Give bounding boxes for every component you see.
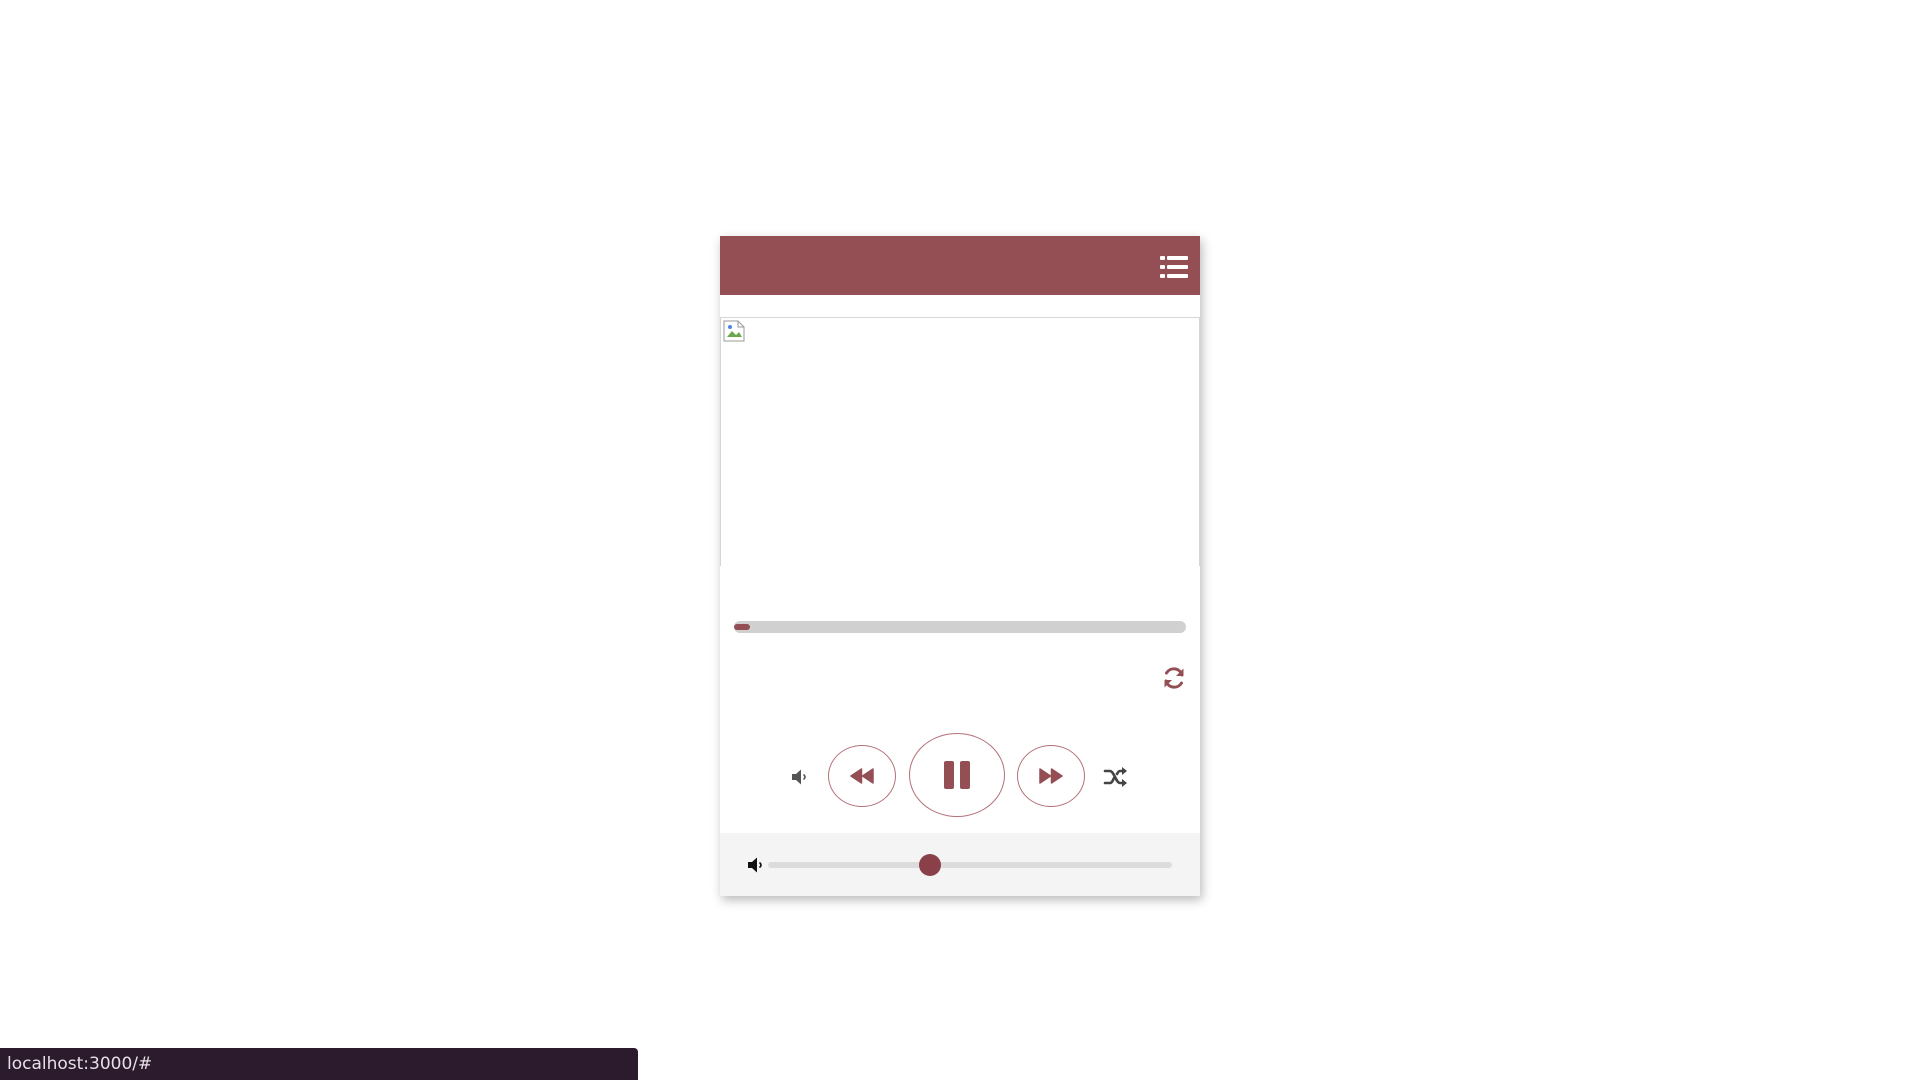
volume-panel — [720, 833, 1200, 896]
playback-controls — [720, 733, 1200, 823]
playlist-menu-button[interactable] — [1160, 255, 1188, 279]
forward-icon — [1039, 768, 1063, 784]
backward-icon — [850, 768, 874, 784]
repeat-button[interactable] — [1161, 665, 1187, 691]
speaker-icon — [792, 769, 806, 785]
volume-slider[interactable] — [768, 854, 1172, 876]
pause-icon — [944, 761, 970, 789]
list-icon — [1160, 256, 1188, 278]
shuffle-icon — [1103, 767, 1127, 787]
repeat-icon — [1164, 667, 1184, 689]
pause-button[interactable] — [909, 733, 1005, 817]
volume-slider-thumb[interactable] — [918, 854, 941, 876]
shuffle-button[interactable] — [1103, 765, 1129, 789]
next-track-button[interactable] — [1017, 745, 1085, 807]
previous-track-button[interactable] — [828, 745, 896, 807]
player-header — [720, 236, 1200, 295]
music-player — [720, 236, 1200, 896]
progress-fill — [734, 624, 750, 630]
status-url: localhost:3000/# — [7, 1054, 153, 1074]
browser-status-bar: localhost:3000/# — [0, 1048, 638, 1080]
song-progress-bar[interactable] — [734, 621, 1186, 633]
volume-low-icon — [748, 857, 762, 873]
album-art — [720, 317, 1200, 566]
broken-image-icon — [723, 320, 745, 342]
mute-button[interactable] — [790, 766, 812, 788]
